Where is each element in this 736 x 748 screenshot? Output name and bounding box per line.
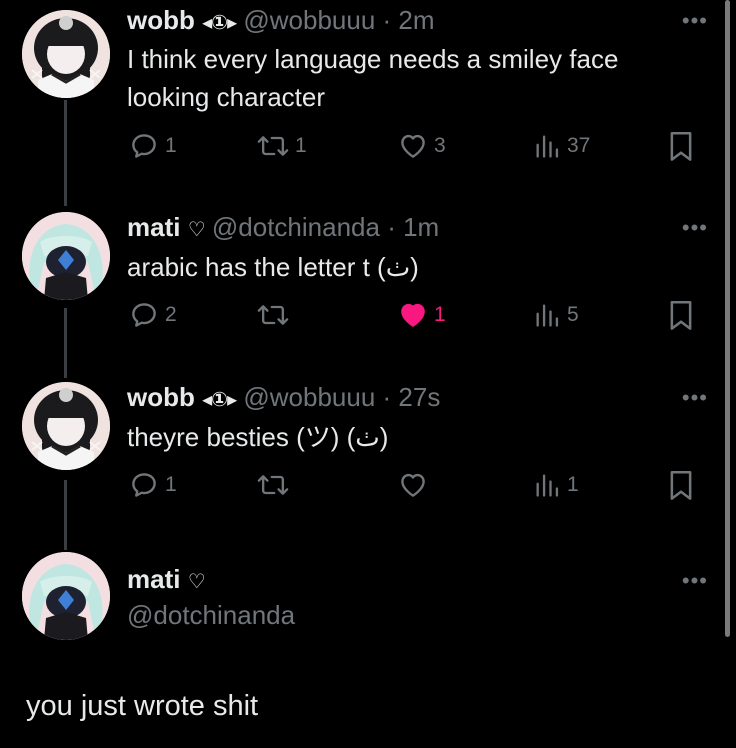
repost-icon (257, 136, 289, 156)
views-button[interactable]: 1 (533, 470, 579, 500)
repost-button[interactable] (257, 300, 295, 330)
action-bar: 1 1 3 37 (127, 131, 707, 163)
avatar[interactable] (22, 552, 110, 640)
tweet-text: arabic has the letter t (ٺ) (127, 252, 419, 282)
like-button[interactable] (398, 470, 434, 500)
reply-icon (132, 303, 156, 327)
reply-icon (132, 134, 156, 158)
bookmark-icon (670, 132, 692, 161)
views-button[interactable]: 5 (533, 300, 579, 330)
views-count: 37 (567, 134, 591, 157)
tweet-time[interactable]: · 1m (387, 212, 439, 242)
tweet-time[interactable]: · 2m (383, 5, 435, 35)
tweet-time[interactable]: · 27s (383, 382, 441, 412)
views-icon (536, 135, 559, 158)
like-count: 3 (434, 134, 446, 157)
tweet-text: theyre besties (ツ) (ٺ) (127, 422, 389, 452)
scrollbar[interactable] (725, 0, 730, 637)
repost-button[interactable] (257, 470, 295, 500)
like-icon (401, 134, 425, 158)
views-icon (536, 474, 559, 497)
thread-line (64, 100, 67, 206)
bookmark-button[interactable] (667, 131, 695, 163)
reply-count: 1 (165, 473, 177, 496)
action-bar: 2 1 5 (127, 300, 707, 332)
reply-count: 1 (165, 134, 177, 157)
reply-button[interactable]: 1 (129, 470, 177, 500)
reply-icon (132, 473, 156, 497)
bookmark-icon (670, 471, 692, 500)
reply-button[interactable]: 1 (129, 131, 177, 161)
reply-button[interactable]: 2 (129, 300, 177, 330)
heart-badge-icon: ♡ (187, 219, 206, 241)
bookmark-button[interactable] (667, 470, 695, 502)
repost-count: 1 (295, 134, 307, 157)
more-icon[interactable]: ••• (682, 8, 708, 34)
bookmark-icon (670, 301, 692, 330)
views-button[interactable]: 37 (533, 131, 590, 161)
author-name[interactable]: wobb (127, 382, 195, 412)
author-badge: ◂①▸ (202, 389, 237, 411)
author-badge: ◂①▸ (202, 12, 237, 34)
more-icon[interactable]: ••• (682, 215, 708, 241)
action-bar: 1 1 (127, 470, 707, 502)
like-icon (401, 303, 425, 327)
views-icon (536, 304, 559, 327)
like-icon (401, 473, 425, 497)
author-name[interactable]: mati (127, 564, 180, 594)
views-count: 5 (567, 303, 579, 326)
repost-icon (257, 305, 289, 325)
reply-text[interactable]: you just wrote shit (26, 690, 258, 723)
avatar[interactable] (22, 10, 110, 98)
tweet-header: mati ♡ @dotchinanda · 1m (127, 212, 439, 245)
thread-line (64, 480, 67, 550)
repost-button[interactable]: 1 (257, 131, 307, 161)
more-icon[interactable]: ••• (682, 385, 708, 411)
tweet-header: mati ♡ (127, 564, 206, 597)
author-handle[interactable]: @wobbuuu (243, 382, 375, 412)
reply-count: 2 (165, 303, 177, 326)
repost-icon (257, 475, 289, 495)
tweet-text: I think every language needs a smiley fa… (127, 44, 619, 112)
author-name[interactable]: wobb (127, 5, 195, 35)
author-handle[interactable]: @dotchinanda (127, 600, 295, 630)
author-name[interactable]: mati (127, 212, 180, 242)
like-button[interactable]: 1 (398, 300, 446, 330)
heart-badge-icon: ♡ (187, 571, 206, 593)
tweet-header: wobb ◂①▸ @wobbuuu · 27s (127, 382, 440, 415)
avatar[interactable] (22, 382, 110, 470)
avatar[interactable] (22, 212, 110, 300)
like-button[interactable]: 3 (398, 131, 446, 161)
thread-line (64, 308, 67, 378)
views-count: 1 (567, 473, 579, 496)
tweet-header: wobb ◂①▸ @wobbuuu · 2m (127, 5, 435, 38)
author-handle[interactable]: @dotchinanda (212, 212, 380, 242)
like-count: 1 (434, 303, 446, 326)
bookmark-button[interactable] (667, 300, 695, 332)
author-handle[interactable]: @wobbuuu (243, 5, 375, 35)
more-icon[interactable]: ••• (682, 568, 708, 594)
